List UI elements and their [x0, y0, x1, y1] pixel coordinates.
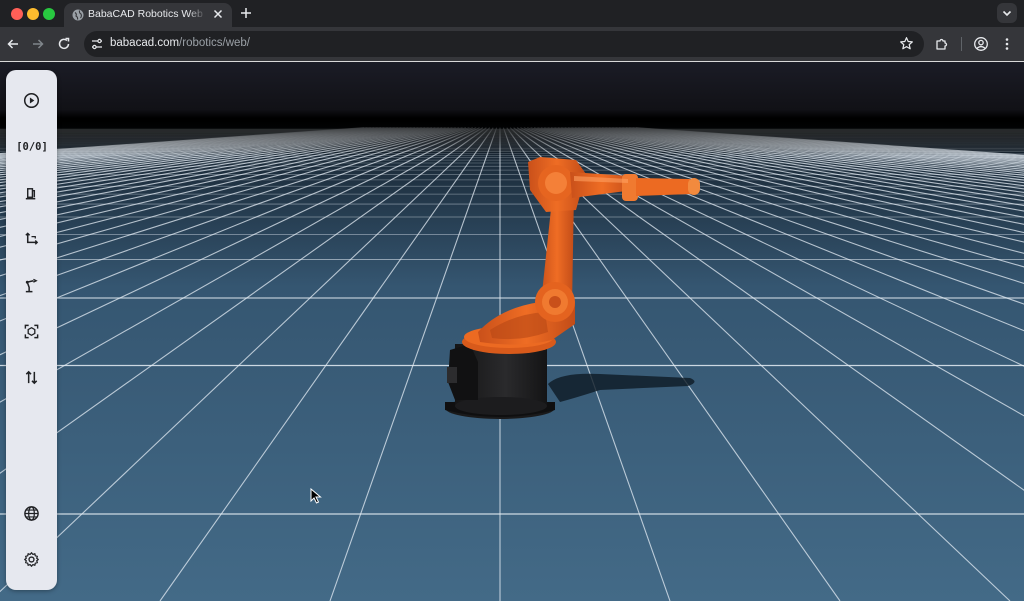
robot-base-button[interactable] — [18, 180, 44, 206]
tab-title: BabaCAD Robotics Web - Free — [88, 8, 206, 20]
url-host: babacad.com — [110, 37, 180, 49]
robot-3d-viewport[interactable] — [0, 61, 1024, 601]
robot-arm-icon — [25, 278, 38, 292]
robot-wrist-flange — [688, 178, 700, 195]
mouse-cursor-icon — [310, 488, 322, 504]
tab-close-icon[interactable] — [211, 7, 225, 21]
url-path: /robotics/web/ — [179, 37, 250, 49]
back-arrow-icon[interactable] — [5, 36, 21, 52]
robot-elbow-joint-cap — [545, 172, 567, 194]
browser-toolbar: babacad.com/robotics/web/ — [0, 27, 1024, 61]
swap-direction-button[interactable] — [18, 364, 44, 390]
maximize-window-button[interactable] — [43, 8, 55, 20]
globe-icon — [23, 505, 39, 521]
browser-menu-kebab-icon[interactable] — [999, 36, 1015, 52]
extensions-puzzle-icon[interactable] — [934, 36, 950, 52]
play-simulation-button[interactable] — [18, 87, 44, 113]
settings-button[interactable] — [18, 546, 44, 572]
toolbar-separator — [961, 37, 962, 51]
axis-transform-icon — [24, 231, 38, 245]
minimize-window-button[interactable] — [27, 8, 39, 20]
browser-tab-active[interactable]: BabaCAD Robotics Web - Free — [64, 3, 232, 27]
reload-icon[interactable] — [56, 36, 72, 52]
close-window-button[interactable] — [11, 8, 23, 20]
profile-avatar-icon[interactable] — [973, 36, 989, 52]
robot-wrist — [636, 178, 692, 196]
horizon-fade — [0, 118, 1024, 156]
program-step-counter[interactable]: [0/0] — [14, 137, 50, 157]
focus-target-icon — [24, 324, 38, 338]
new-tab-plus-icon[interactable] — [239, 6, 253, 20]
gear-icon — [23, 551, 39, 567]
robot-base-motor-detail — [447, 367, 457, 383]
forward-arrow-icon[interactable] — [30, 36, 46, 52]
language-button[interactable] — [18, 500, 44, 526]
play-circle-icon — [23, 92, 39, 108]
focus-object-button[interactable] — [18, 318, 44, 344]
robot-forearm-collar — [622, 174, 638, 201]
axis-transform-button[interactable] — [18, 226, 44, 252]
address-bar[interactable]: babacad.com/robotics/web/ — [84, 31, 924, 57]
chevron-down-icon — [1002, 10, 1012, 17]
tab-strip: BabaCAD Robotics Web - Free — [0, 0, 1024, 27]
robot-arm-button[interactable] — [18, 272, 44, 298]
tab-search-button[interactable] — [997, 3, 1017, 23]
site-settings-icon[interactable] — [90, 37, 104, 51]
sky-backdrop — [0, 62, 1024, 118]
bookmark-star-icon[interactable] — [899, 36, 914, 51]
globe-favicon-icon — [72, 9, 84, 21]
scene-canvas[interactable] — [0, 62, 1024, 601]
robot-tool-panel: [0/0] — [6, 70, 57, 590]
robot-base-icon — [25, 187, 35, 199]
swap-vertical-icon — [25, 370, 37, 384]
url-text: babacad.com/robotics/web/ — [110, 37, 250, 49]
robot-shoulder-joint-hub — [549, 296, 561, 308]
